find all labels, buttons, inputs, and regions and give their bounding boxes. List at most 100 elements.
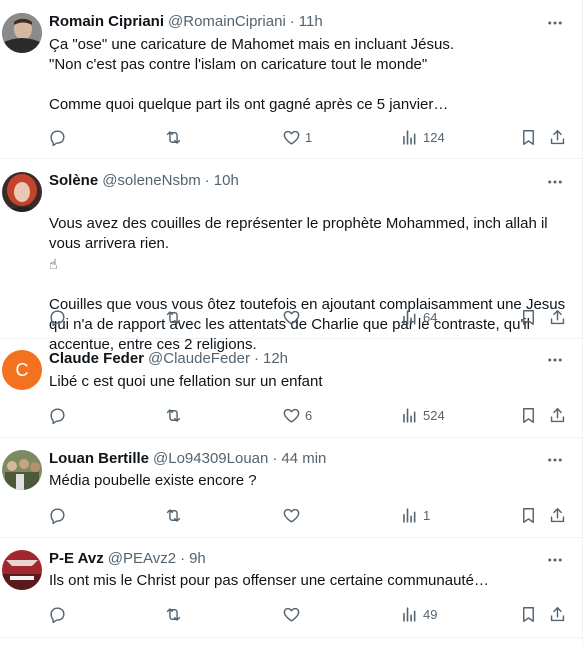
repost-button[interactable] <box>164 398 183 432</box>
share-icon <box>550 129 565 144</box>
like-button[interactable]: 6 <box>282 398 312 432</box>
timestamp[interactable]: 10h <box>214 172 239 189</box>
share-icon <box>550 507 565 522</box>
heart-icon <box>283 508 300 523</box>
more-options-button[interactable] <box>540 450 570 470</box>
more-icon <box>548 358 562 362</box>
views-icon <box>403 129 416 145</box>
avatar[interactable] <box>2 550 42 590</box>
tweet-header: Louan Bertille @Lo94309Louan · 44 min <box>49 450 326 470</box>
bookmark-icon <box>523 129 534 145</box>
more-options-button[interactable] <box>540 13 570 33</box>
repost-button[interactable] <box>164 597 183 631</box>
reply-button[interactable] <box>48 398 67 432</box>
bookmark-icon <box>523 309 534 325</box>
separator-dot: · <box>289 13 295 30</box>
more-icon <box>548 558 562 562</box>
views-icon <box>403 606 416 622</box>
author-handle[interactable]: @ClaudeFeder <box>148 350 250 367</box>
reply-tweet[interactable]: Solène @soleneNsbm · 10h Vous avez des c… <box>0 159 582 353</box>
views-button[interactable]: 49 <box>400 597 437 631</box>
reply-button[interactable] <box>48 120 67 154</box>
avatar[interactable] <box>2 450 42 490</box>
repost-button[interactable] <box>164 300 183 334</box>
reply-icon <box>50 606 65 623</box>
repost-icon <box>166 607 181 621</box>
heart-icon <box>283 130 300 145</box>
author-handle[interactable]: @PEAvz2 <box>108 550 176 567</box>
repost-button[interactable] <box>164 120 183 154</box>
bookmark-icon <box>523 407 534 423</box>
reply-button[interactable] <box>48 498 67 532</box>
bookmark-button[interactable] <box>519 300 538 334</box>
more-options-button[interactable] <box>540 172 570 192</box>
share-button[interactable] <box>548 498 567 532</box>
timestamp[interactable]: 12h <box>263 350 288 367</box>
bookmark-button[interactable] <box>519 498 538 532</box>
repost-icon <box>166 508 181 522</box>
timeline-border <box>582 0 583 646</box>
share-button[interactable] <box>548 597 567 631</box>
author-name[interactable]: Solène <box>49 172 98 189</box>
author-name[interactable]: P-E Avz <box>49 550 104 567</box>
repost-icon <box>166 130 181 144</box>
share-button[interactable] <box>548 398 567 432</box>
like-button[interactable] <box>282 498 301 532</box>
views-count: 1 <box>423 507 431 523</box>
repost-icon <box>166 310 181 324</box>
like-button[interactable] <box>282 597 301 631</box>
tweet-header: Romain Cipriani @RomainCipriani · 11h <box>49 13 323 33</box>
avatar[interactable] <box>2 13 42 53</box>
author-handle[interactable]: @soleneNsbm <box>102 172 201 189</box>
more-options-button[interactable] <box>540 550 570 570</box>
tweet-header: Solène @soleneNsbm · 10h <box>49 172 239 192</box>
timestamp[interactable]: 9h <box>189 550 206 567</box>
views-button[interactable]: 524 <box>400 398 445 432</box>
reply-button[interactable] <box>48 597 67 631</box>
tweet-actions: 1 124 <box>40 120 580 154</box>
tweet-actions: 49 <box>40 597 580 631</box>
share-button[interactable] <box>548 300 567 334</box>
share-button[interactable] <box>548 120 567 154</box>
heart-icon <box>283 310 300 325</box>
timestamp[interactable]: 11h <box>299 13 323 30</box>
views-button[interactable]: 64 <box>400 300 437 334</box>
share-icon <box>550 407 565 422</box>
views-icon <box>403 407 416 423</box>
bookmark-button[interactable] <box>519 597 538 631</box>
more-icon <box>548 180 562 184</box>
tweet-header: Claude Feder @ClaudeFeder · 12h <box>49 350 288 370</box>
reply-button[interactable] <box>48 300 67 334</box>
reply-tweet[interactable]: C Claude Feder @ClaudeFeder · 12h Libé c… <box>0 339 582 438</box>
reply-icon <box>50 309 65 326</box>
tweet-text: Libé c est quoi une fellation sur un enf… <box>49 373 323 390</box>
bookmark-button[interactable] <box>519 398 538 432</box>
bookmark-button[interactable] <box>519 120 538 154</box>
tweet-text-part1: Vous avez des couilles de représenter le… <box>49 215 548 252</box>
bookmark-icon <box>523 606 534 622</box>
views-button[interactable]: 124 <box>400 120 445 154</box>
avatar[interactable]: C <box>2 350 42 390</box>
share-icon <box>550 606 565 621</box>
views-button[interactable]: 1 <box>400 498 430 532</box>
like-button[interactable] <box>282 300 301 334</box>
avatar[interactable] <box>2 172 42 212</box>
reply-tweet[interactable]: Louan Bertille @Lo94309Louan · 44 min Mé… <box>0 438 582 538</box>
more-options-button[interactable] <box>540 350 570 370</box>
reply-tweet[interactable]: P-E Avz @PEAvz2 · 9h Ils ont mis le Chri… <box>0 538 582 638</box>
author-handle[interactable]: @RomainCipriani <box>168 13 286 30</box>
reply-tweet[interactable]: Romain Cipriani @RomainCipriani · 11h Ça… <box>0 0 582 159</box>
repost-icon <box>166 408 181 422</box>
author-handle[interactable]: @Lo94309Louan <box>153 450 268 467</box>
share-icon <box>550 309 565 324</box>
reply-icon <box>50 129 65 146</box>
tweet-header: P-E Avz @PEAvz2 · 9h <box>49 550 206 570</box>
views-count: 64 <box>423 309 438 325</box>
author-name[interactable]: Louan Bertille <box>49 450 149 467</box>
repost-button[interactable] <box>164 498 183 532</box>
views-count: 524 <box>423 407 445 423</box>
like-button[interactable]: 1 <box>282 120 312 154</box>
author-name[interactable]: Romain Cipriani <box>49 13 164 30</box>
author-name[interactable]: Claude Feder <box>49 350 144 367</box>
timestamp[interactable]: 44 min <box>281 450 326 467</box>
